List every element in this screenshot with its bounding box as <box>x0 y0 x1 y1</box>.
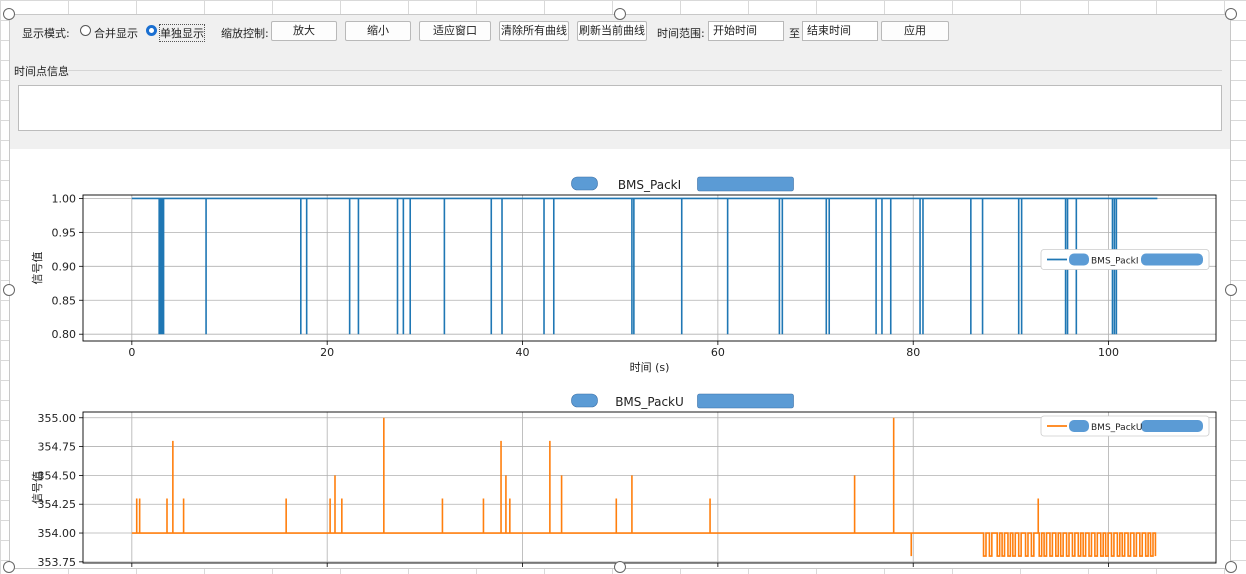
y-axis-label: 信号值 <box>31 252 44 285</box>
x-tick-label: 40 <box>516 346 530 359</box>
resize-handle-top-left[interactable] <box>3 8 15 20</box>
y-tick-label: 354.00 <box>38 527 77 540</box>
curve-viewer-window: 显示模式: 合并显示 单独显示 缩放控制: 放大 缩小 适应窗口 清除所有曲线 … <box>9 14 1231 569</box>
y-tick-label: 353.75 <box>38 556 77 568</box>
redaction-mark <box>697 176 794 192</box>
time-point-info-box <box>18 85 1222 131</box>
legend-label: BMS_PackU <box>1091 423 1142 433</box>
clear-all-curves-button[interactable]: 清除所有曲线 <box>499 21 569 41</box>
fit-window-button[interactable]: 适应窗口 <box>419 21 491 41</box>
zoom-in-button[interactable]: 放大 <box>271 21 337 41</box>
resize-handle-bottom-right[interactable] <box>1225 561 1237 573</box>
x-tick-label: 60 <box>711 346 725 359</box>
zoom-out-button[interactable]: 缩小 <box>345 21 411 41</box>
redaction-mark <box>1069 420 1089 432</box>
redaction-mark <box>1141 253 1203 266</box>
refresh-current-curve-button[interactable]: 刷新当前曲线 <box>577 21 647 41</box>
y-tick-label: 0.85 <box>52 294 77 307</box>
redaction-mark <box>697 393 794 409</box>
resize-handle-left[interactable] <box>3 284 15 296</box>
x-tick-label: 100 <box>1098 346 1119 359</box>
plot-area[interactable]: 0 20 40 60 80 100 0.80 0.85 0.90 0.95 1.00 信号值 时间 (s… <box>10 149 1230 568</box>
y-axis-label: 信号值 <box>31 471 44 504</box>
y-tick-label: 0.95 <box>52 226 77 239</box>
group-divider <box>68 70 1222 71</box>
chart-title: BMS_PackI <box>618 178 681 192</box>
radio-merge-display[interactable] <box>80 25 91 36</box>
y-tick-label: 355.00 <box>38 412 77 425</box>
y-tick-label: 354.75 <box>38 441 77 454</box>
resize-handle-bottom-left[interactable] <box>3 561 15 573</box>
chart-title: BMS_PackU <box>615 395 684 409</box>
radio-separate-label[interactable]: 单独显示 <box>159 24 205 42</box>
resize-handle-bottom[interactable] <box>614 561 626 573</box>
chart-1 <box>79 176 1217 345</box>
time-point-info-label: 时间点信息 <box>14 65 69 78</box>
y-tick-label: 0.90 <box>52 260 77 273</box>
time-range-label: 时间范围: <box>657 27 705 40</box>
chart-2 <box>79 393 1217 567</box>
toolbar: 显示模式: 合并显示 单独显示 缩放控制: 放大 缩小 适应窗口 清除所有曲线 … <box>10 15 1230 51</box>
radio-separate-display[interactable] <box>146 25 157 36</box>
resize-handle-top[interactable] <box>614 8 626 20</box>
redaction-mark <box>1069 253 1089 266</box>
apply-button[interactable]: 应用 <box>881 21 949 41</box>
radio-merge-label[interactable]: 合并显示 <box>94 25 138 41</box>
zoom-control-label: 缩放控制: <box>221 27 269 40</box>
range-to-label: 至 <box>789 27 800 40</box>
plot-canvas: 0 20 40 60 80 1000.800.850.900.951.00信号值时间 (s… <box>31 176 1217 568</box>
x-axis-label: 时间 (s) <box>630 361 670 374</box>
resize-handle-right[interactable] <box>1225 284 1237 296</box>
y-tick-label: 1.00 <box>52 192 77 205</box>
series-line-2 <box>131 417 1157 557</box>
start-time-input[interactable]: 开始时间 <box>708 21 784 41</box>
resize-handle-top-right[interactable] <box>1225 8 1237 20</box>
display-mode-label: 显示模式: <box>22 27 70 40</box>
x-tick-label: 0 <box>128 346 135 359</box>
x-tick-label: 20 <box>320 346 334 359</box>
y-tick-label: 0.80 <box>52 328 77 341</box>
redaction-mark <box>571 393 598 408</box>
redaction-mark <box>1141 420 1203 432</box>
x-tick-label: 80 <box>906 346 920 359</box>
redaction-mark <box>571 176 598 191</box>
end-time-input[interactable]: 结束时间 <box>802 21 878 41</box>
legend-label: BMS_PackI <box>1091 257 1139 267</box>
